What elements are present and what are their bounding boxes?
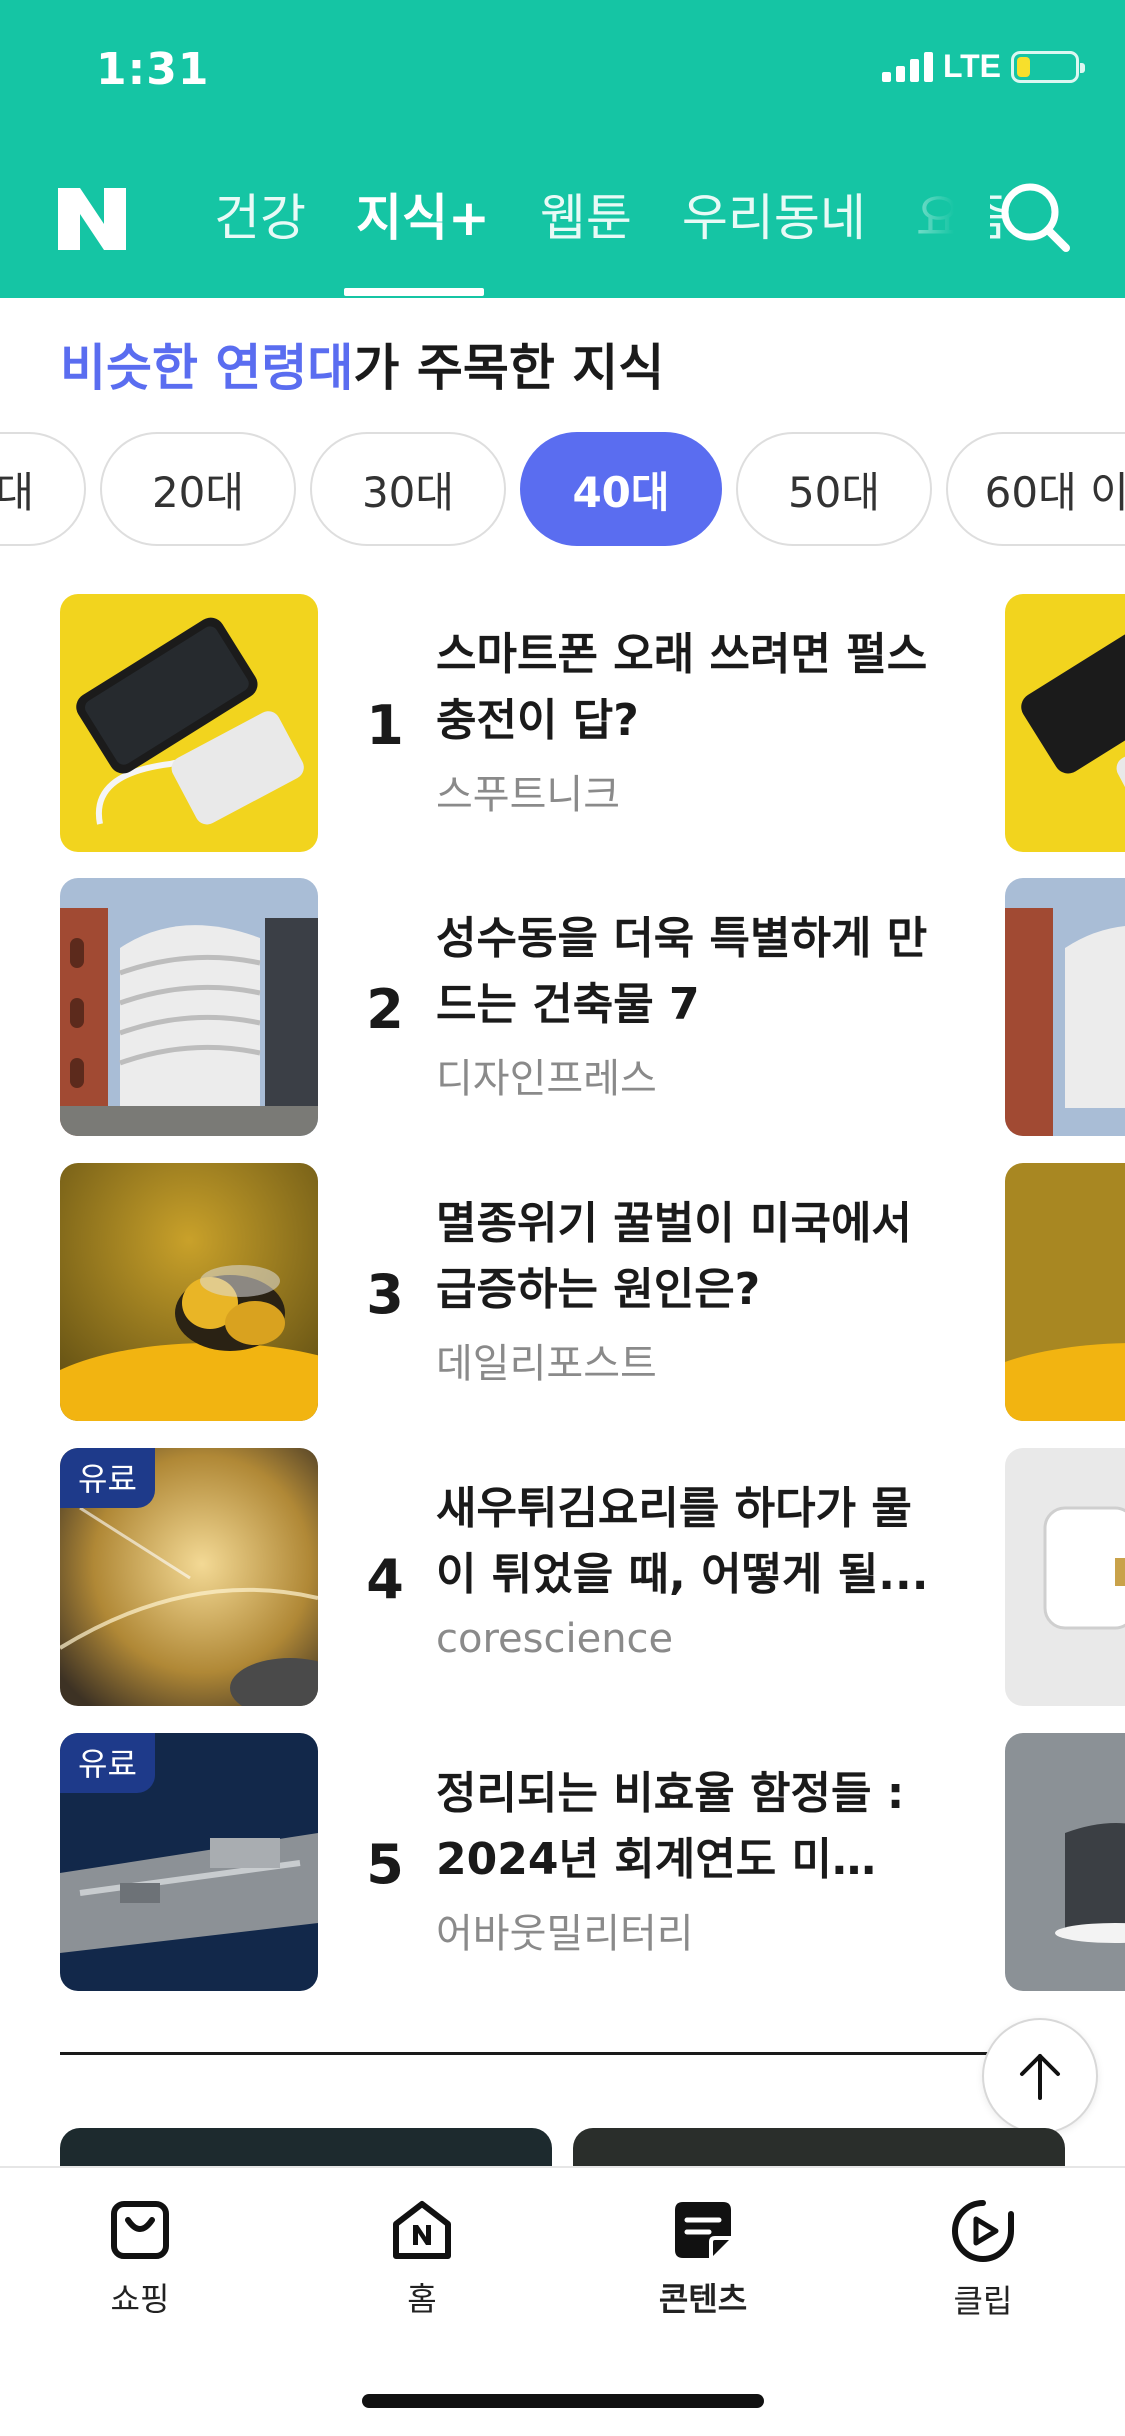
bottom-tab-content[interactable]: 콘텐츠: [613, 2198, 793, 2320]
clip-icon: [952, 2200, 1014, 2262]
next-page-thumbnail[interactable]: [1005, 1163, 1125, 1421]
article-title: 정리되는 비효율 함정들 : 2024년 회계연도 미 해...: [436, 1768, 905, 1885]
status-time: 1:31: [96, 44, 210, 95]
section-divider: [60, 2052, 1065, 2055]
naver-app-screen: 1:31 LTE 건강 지식+ 웹툰 우리동네 요즘 비슷한 연령대가 주목한 …: [0, 0, 1125, 2436]
age-chip-40s[interactable]: 40대: [520, 432, 722, 546]
rank-number: 1: [366, 694, 404, 757]
article-title: 멸종위기 꿀벌이 미국에서 급증하는 원인은?: [436, 1198, 912, 1315]
thumbnail-oil-pan: 유료: [60, 1448, 318, 1706]
article-source: 디자인프레스: [436, 1056, 657, 1102]
status-indicators: LTE: [881, 48, 1085, 85]
rank-number: 5: [366, 1833, 404, 1896]
bottom-tab-home[interactable]: 홈: [332, 2198, 512, 2320]
section-title: 비슷한 연령대가 주목한 지식: [60, 328, 664, 400]
next-page-thumbnail[interactable]: [1005, 1448, 1125, 1706]
bottom-tab-clip[interactable]: 클립: [893, 2198, 1073, 2322]
next-page-thumbnail[interactable]: [1005, 1733, 1125, 1991]
age-chip-50s[interactable]: 50대: [736, 432, 932, 546]
thumbnail-bee: [60, 1163, 318, 1421]
list-item[interactable]: 2 성수동을 더욱 특별하게 만드는 건축물 7 디자인프레스: [60, 878, 960, 1136]
age-chip-60s-plus[interactable]: 60대 이상: [946, 432, 1125, 546]
list-item[interactable]: 유료 5 정리되는 비효율 함정들 : 2024년 회계연도 미 해... 어바…: [60, 1733, 960, 1991]
active-tab-indicator: [344, 288, 484, 296]
article-source: 스푸트니크: [436, 772, 620, 818]
signal-icon: [881, 51, 933, 82]
next-section-card[interactable]: [573, 2128, 1065, 2168]
rank-number: 2: [366, 978, 404, 1041]
article-source: 어바웃밀리터리: [436, 1911, 694, 1957]
next-section-card[interactable]: [60, 2128, 552, 2168]
list-item[interactable]: 1 스마트폰 오래 쓰려면 펄스 충전이 답? 스푸트니크: [60, 594, 960, 852]
age-chip-20s[interactable]: 20대: [100, 432, 296, 546]
home-indicator: [362, 2394, 764, 2408]
shopping-bag-icon: [111, 2201, 169, 2259]
list-item[interactable]: 3 멸종위기 꿀벌이 미국에서 급증하는 원인은? 데일리포스트: [60, 1163, 960, 1421]
tab-knowledge-plus[interactable]: 지식+: [354, 178, 492, 250]
tab-neighborhood[interactable]: 우리동네: [680, 178, 868, 250]
age-chip-30s[interactable]: 30대: [310, 432, 506, 546]
arrow-up-icon: [1020, 2054, 1060, 2100]
bottom-tab-label: 홈: [407, 2280, 437, 2318]
bottom-tab-shopping[interactable]: 쇼핑: [50, 2198, 230, 2320]
list-item[interactable]: 유료 4 새우튀김요리를 하다가 물이 튀었을 때, 어떻게 될... core…: [60, 1448, 960, 1706]
scroll-to-top-button[interactable]: [982, 2018, 1098, 2134]
age-filter-chips: 10대 20대 30대 40대 50대 60대 이상: [0, 432, 1125, 546]
article-title: 스마트폰 오래 쓰려면 펄스 충전이 답?: [436, 629, 928, 746]
home-icon: [393, 2201, 451, 2259]
bottom-tab-label: 클립: [953, 2282, 1013, 2320]
next-page-thumbnail[interactable]: [1005, 878, 1125, 1136]
paid-badge: 유료: [60, 1733, 155, 1793]
tabs-fade-overlay: [870, 170, 990, 260]
section-title-rest: 가 주목한 지식: [353, 339, 665, 397]
rank-number: 4: [366, 1548, 404, 1611]
tab-webtoon[interactable]: 웹툰: [538, 178, 634, 250]
network-label: LTE: [942, 48, 1001, 84]
thumbnail-warship: 유료: [60, 1733, 318, 1991]
thumbnail-phone-charging: [60, 594, 318, 852]
top-header: 1:31 LTE 건강 지식+ 웹툰 우리동네 요즘: [0, 0, 1125, 298]
section-title-highlight: 비슷한 연령대: [60, 339, 354, 397]
content-icon: [675, 2202, 731, 2258]
article-source: 데일리포스트: [436, 1341, 657, 1387]
battery-icon: [1011, 50, 1085, 83]
rank-number: 3: [366, 1263, 404, 1326]
next-page-thumbnail[interactable]: [1005, 594, 1125, 852]
tab-health[interactable]: 건강: [212, 178, 308, 250]
search-icon[interactable]: [996, 176, 1076, 256]
bottom-tab-label: 콘텐츠: [658, 2280, 748, 2318]
naver-logo-icon[interactable]: [58, 188, 126, 250]
article-source: corescience: [436, 1616, 674, 1662]
article-title: 새우튀김요리를 하다가 물이 튀었을 때, 어떻게 될...: [436, 1483, 929, 1600]
paid-badge: 유료: [60, 1448, 155, 1508]
bottom-tab-label: 쇼핑: [110, 2280, 170, 2318]
age-chip-10s[interactable]: 10대: [0, 432, 86, 546]
thumbnail-building: [60, 878, 318, 1136]
article-title: 성수동을 더욱 특별하게 만드는 건축물 7: [436, 913, 928, 1030]
